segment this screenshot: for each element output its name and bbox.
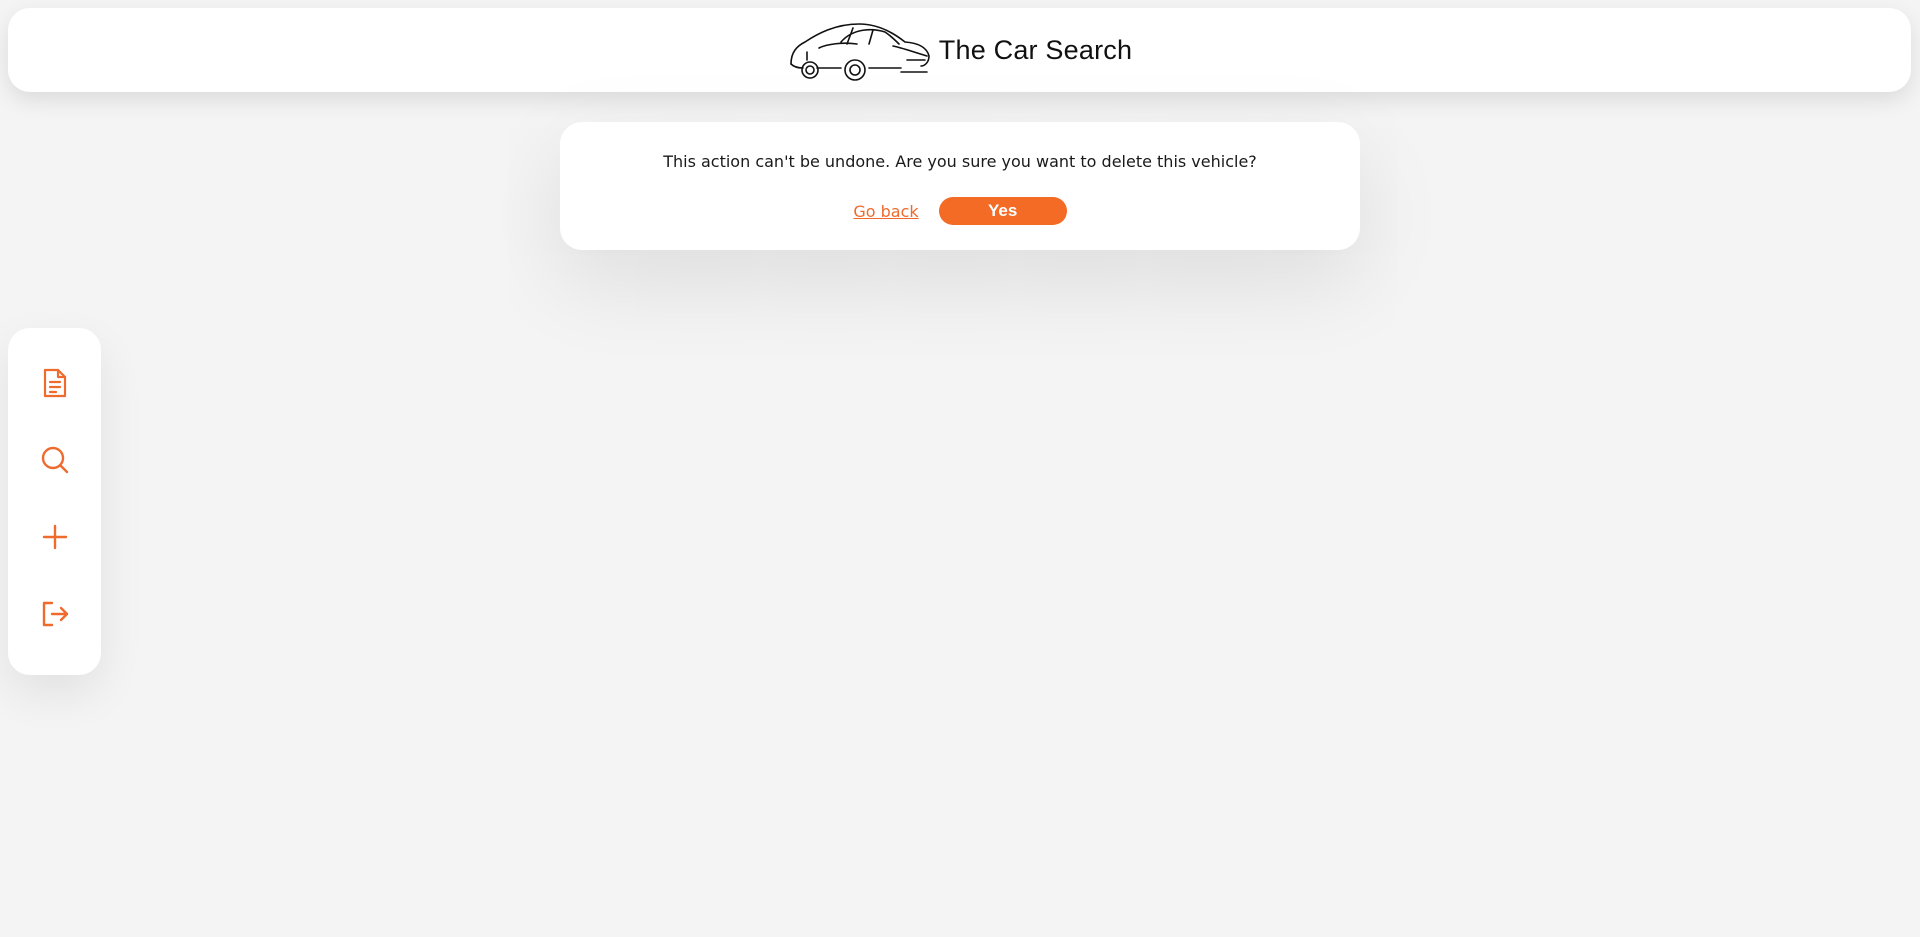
go-back-link[interactable]: Go back: [853, 202, 918, 221]
top-header: The Car Search: [8, 8, 1911, 92]
sidebar-item-documents[interactable]: [8, 357, 101, 409]
logout-icon: [40, 599, 70, 629]
brand-title: The Car Search: [938, 34, 1133, 65]
car-logo-icon: [787, 16, 931, 84]
document-icon: [41, 367, 69, 399]
dialog-message: This action can't be undone. Are you sur…: [663, 152, 1257, 171]
sidebar-item-logout[interactable]: [8, 588, 101, 640]
delete-confirm-dialog: This action can't be undone. Are you sur…: [560, 122, 1360, 250]
sidebar-item-add[interactable]: [8, 511, 101, 563]
search-icon: [40, 445, 70, 475]
brand[interactable]: The Car Search: [787, 16, 1132, 84]
sidebar-item-search[interactable]: [8, 434, 101, 486]
plus-icon: [41, 523, 69, 551]
dialog-actions: Go back Yes: [560, 197, 1360, 225]
sidebar: [8, 328, 101, 675]
confirm-delete-button[interactable]: Yes: [938, 197, 1067, 225]
